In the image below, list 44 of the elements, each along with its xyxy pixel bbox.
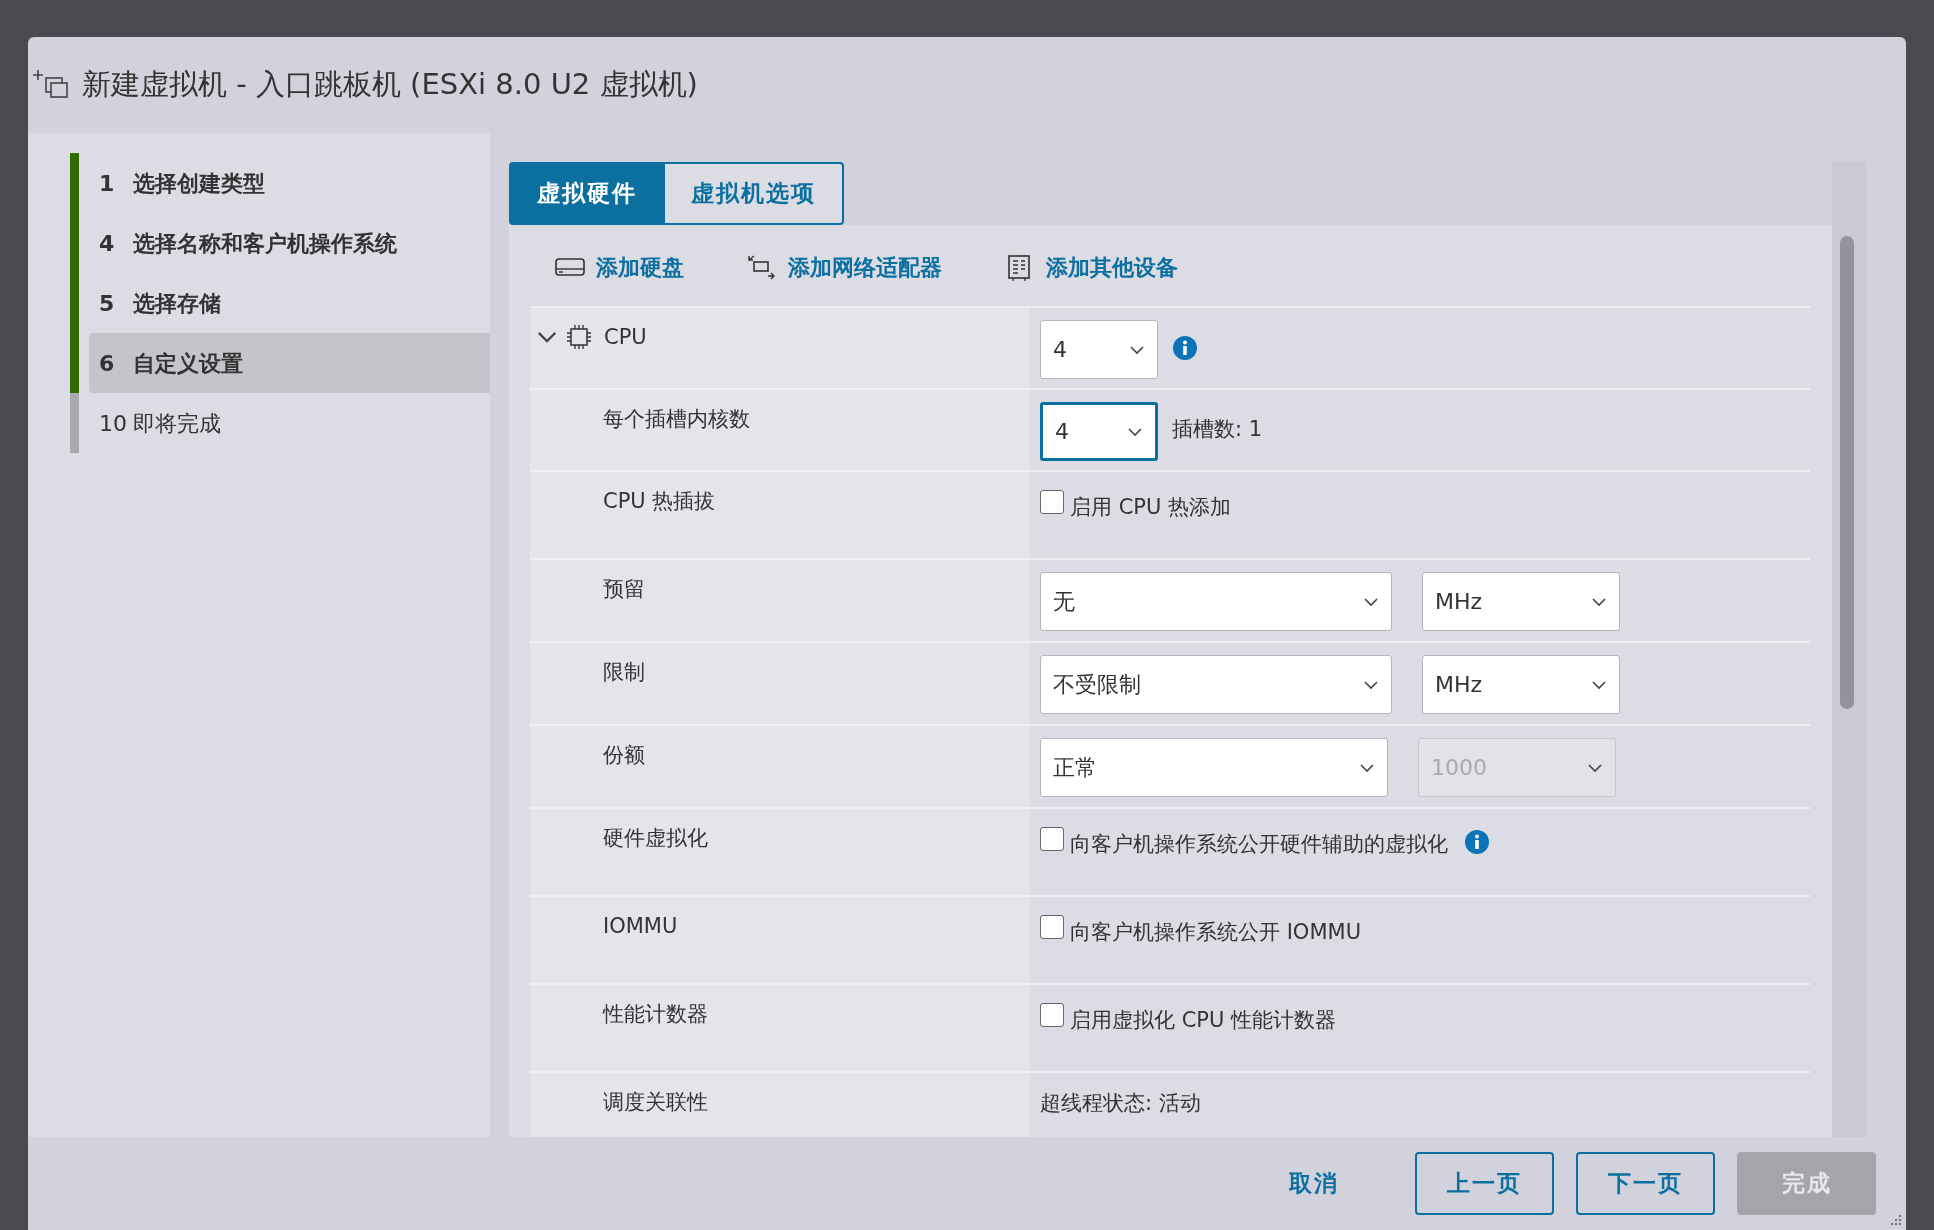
dropdown[interactable]: 正常	[1040, 738, 1388, 797]
field-label: 调度关联性	[603, 1089, 708, 1116]
field-label: 限制	[603, 659, 645, 686]
toolbar-action[interactable]: 添加硬盘	[554, 251, 684, 284]
nav-button[interactable]: 上一页	[1415, 1152, 1554, 1215]
checkbox[interactable]	[1040, 1003, 1064, 1027]
field-label: IOMMU	[603, 913, 678, 940]
field-label: 每个插槽内核数	[603, 406, 750, 433]
dropdown[interactable]: MHz	[1422, 655, 1620, 714]
cancel-button[interactable]: 取消	[1283, 1152, 1345, 1215]
dropdown[interactable]: 4	[1040, 320, 1158, 379]
wizard-step[interactable]: 5 选择存储	[89, 273, 490, 333]
field-label: 硬件虚拟化	[603, 825, 708, 852]
checkbox-label: 向客户机操作系统公开 IOMMU	[1070, 919, 1361, 946]
dropdown[interactable]: 4	[1040, 402, 1158, 461]
field-label: 性能计数器	[603, 1001, 708, 1028]
wizard-step[interactable]: 10 即将完成	[89, 393, 490, 453]
field-label: CPU	[604, 324, 647, 351]
nav-button[interactable]: 下一页	[1576, 1152, 1715, 1215]
checkbox[interactable]	[1040, 490, 1064, 514]
wizard-step[interactable]: 4 选择名称和客户机操作系统	[89, 213, 490, 273]
tab[interactable]: 虚拟机选项	[665, 162, 844, 225]
checkbox-label: 启用 CPU 热添加	[1070, 494, 1232, 521]
wizard-step[interactable]: 6 自定义设置	[89, 333, 490, 393]
field-note: 插槽数: 1	[1172, 416, 1263, 444]
window-title: 新建虚拟机 - 入口跳板机 (ESXi 8.0 U2 虚拟机)	[82, 66, 698, 104]
tab[interactable]: 虚拟硬件	[509, 162, 665, 225]
scrollbar-thumb[interactable]	[1840, 236, 1854, 709]
field-label: 预留	[603, 576, 645, 603]
toolbar-action[interactable]: 添加网络适配器	[746, 251, 942, 284]
toolbar-action[interactable]: 添加其他设备	[1004, 251, 1178, 284]
dropdown[interactable]: 不受限制	[1040, 655, 1392, 714]
info-text: 超线程状态: 活动	[1040, 1091, 1201, 1117]
checkbox[interactable]	[1040, 827, 1064, 851]
field-label: CPU 热插拔	[603, 488, 716, 515]
checkbox[interactable]	[1040, 915, 1064, 939]
dropdown[interactable]: 无	[1040, 572, 1392, 631]
resize-grip-icon[interactable]	[1890, 1214, 1902, 1226]
wizard-step[interactable]: 1 选择创建类型	[89, 153, 490, 213]
chip-icon	[566, 324, 592, 350]
checkbox-label: 启用虚拟化 CPU 性能计数器	[1070, 1007, 1337, 1034]
field-label: 份额	[603, 742, 645, 769]
dropdown[interactable]: MHz	[1422, 572, 1620, 631]
checkbox-label: 向客户机操作系统公开硬件辅助的虚拟化	[1070, 831, 1448, 858]
